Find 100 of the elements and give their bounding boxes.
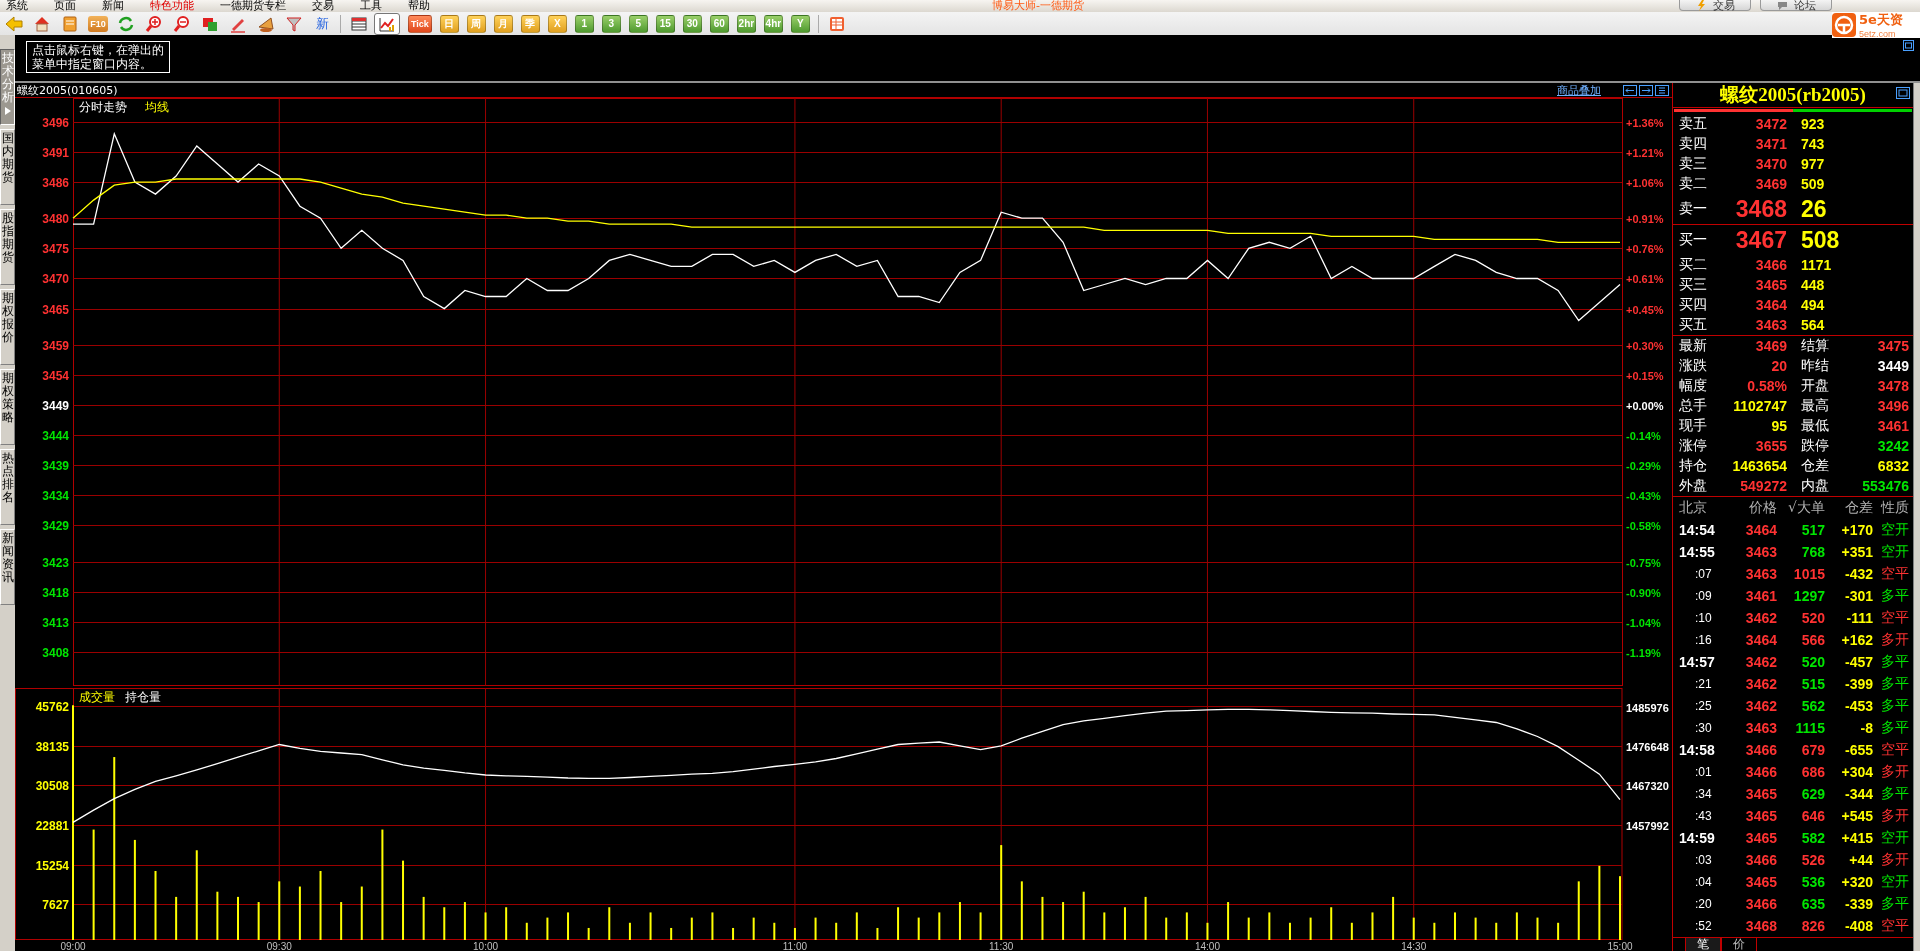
menu-item[interactable]: 系统 [6, 0, 28, 12]
axis-label: 3465 [42, 302, 69, 317]
side-tab[interactable]: 新闻资讯 [0, 529, 15, 605]
horn-icon[interactable] [257, 14, 275, 33]
axis-label: 3459 [42, 338, 69, 353]
volume-bar [298, 886, 301, 940]
side-tab[interactable]: 股指期货 [0, 209, 15, 285]
volume-bar [732, 927, 735, 940]
overlay-link[interactable]: 商品叠加 [1557, 82, 1601, 98]
column-header: 仓差 [1844, 499, 1873, 517]
menu-button[interactable]: 论坛 [1760, 0, 1832, 11]
side-tab[interactable]: 国内期货 [0, 129, 15, 205]
trade-type: 多平 [1880, 675, 1909, 693]
volume-bar [257, 902, 260, 940]
side-tab[interactable]: 热点排名 [0, 449, 15, 525]
period-button[interactable]: 1 [574, 14, 594, 33]
trade-volume: 629 [1800, 786, 1825, 802]
stat-value: 553476 [1861, 478, 1909, 494]
volume-bar [1082, 891, 1085, 940]
side-tab[interactable]: 期权报价 [0, 289, 15, 365]
left-arrow-icon[interactable] [1623, 84, 1637, 96]
home-icon[interactable] [33, 14, 51, 33]
tab[interactable]: 笔 [1685, 938, 1721, 951]
trade-oi-change: -432 [1843, 566, 1873, 582]
scrollbar[interactable] [1913, 83, 1920, 951]
quote-volume: 743 [1801, 136, 1826, 152]
filter-icon[interactable] [285, 14, 303, 33]
trade-price: 3461 [1744, 588, 1777, 604]
axis-label: 3454 [42, 368, 69, 383]
book-icon[interactable] [61, 14, 79, 33]
trade-time: :43 [1694, 809, 1713, 823]
axis-label: +0.00% [1626, 399, 1664, 412]
stat-label: 幅度 [1679, 377, 1708, 395]
menu-item[interactable]: 工具 [360, 0, 382, 12]
trade-oi-change: +351 [1840, 544, 1873, 560]
right-arrow-icon[interactable] [1639, 84, 1653, 96]
volume-bar [1288, 922, 1291, 940]
legend-label: 均线 [145, 100, 169, 114]
trade-time: :30 [1694, 721, 1713, 735]
axis-label: 3429 [42, 518, 69, 533]
side-tab[interactable]: 技术分析 [0, 49, 15, 125]
zoom-out-icon[interactable] [173, 14, 191, 33]
quote-volume: 564 [1801, 317, 1826, 333]
list-icon[interactable] [1655, 84, 1669, 96]
trade-volume: 536 [1800, 874, 1825, 890]
volume-bar [1433, 922, 1436, 940]
menu-item[interactable]: 特色功能 [150, 0, 194, 12]
volume-bar [463, 902, 466, 940]
menu-item[interactable]: 新闻 [102, 0, 124, 12]
hint-text: 点击鼠标右键，在弹出的 菜单中指定窗口内容。 [26, 41, 170, 73]
menu-button[interactable]: 交易 [1679, 0, 1751, 11]
stat-label: 涨停 [1679, 437, 1708, 455]
trade-oi-change: +320 [1840, 874, 1873, 890]
menu-item[interactable]: 交易 [312, 0, 334, 12]
table-icon[interactable] [350, 14, 368, 33]
axis-label: 7627 [42, 897, 69, 912]
period-button[interactable]: Tick [408, 14, 432, 33]
stat-label: 现手 [1679, 417, 1708, 435]
trade-time: :04 [1694, 875, 1713, 889]
quote-label: 卖三 [1679, 155, 1708, 173]
trade-oi-change: -655 [1843, 742, 1873, 758]
trade-type: 多开 [1880, 807, 1909, 825]
back-arrow-icon[interactable] [5, 14, 23, 33]
trade-time: :20 [1694, 897, 1713, 911]
axis-label: 3444 [42, 428, 69, 443]
stat-label: 结算 [1801, 337, 1830, 355]
stat-value: 6832 [1876, 458, 1909, 474]
menu-item[interactable]: 帮助 [408, 0, 430, 12]
trade-type: 空开 [1880, 873, 1909, 891]
side-tab[interactable]: 期权策略 [0, 369, 15, 445]
axis-label: 3475 [42, 241, 69, 256]
refresh-icon[interactable] [117, 14, 135, 33]
tab[interactable]: 价 [1721, 938, 1757, 951]
legend-label: 成交量 [79, 690, 115, 704]
volume-bar [1495, 922, 1498, 940]
window-icon[interactable] [1896, 87, 1910, 99]
volume-bar [1268, 912, 1271, 940]
trade-oi-change: -453 [1843, 698, 1873, 714]
news-button[interactable]: 新 [315, 14, 329, 33]
volume-bar [649, 912, 652, 940]
grid-icon[interactable] [827, 14, 846, 33]
volume-bar [711, 912, 714, 940]
trade-oi-change: -408 [1843, 918, 1873, 934]
trade-time: :03 [1694, 853, 1713, 867]
trade-time: :01 [1694, 765, 1713, 779]
menu-item[interactable]: 页面 [54, 0, 76, 12]
stat-value: 3475 [1876, 338, 1909, 354]
quote-price: 3467 [1734, 226, 1787, 254]
volume-bar [1206, 922, 1209, 940]
trade-volume: 562 [1800, 698, 1825, 714]
menu-item[interactable]: 一德期货专栏 [220, 0, 286, 12]
volume-bar [587, 927, 590, 940]
trade-oi-change: -344 [1843, 786, 1873, 802]
triangle-icon [4, 107, 11, 115]
chart-view-button[interactable] [374, 12, 400, 35]
window-icon[interactable] [1903, 40, 1914, 51]
trade-volume: 520 [1800, 610, 1825, 626]
axis-label: 15254 [35, 858, 69, 873]
trade-price: 3462 [1744, 676, 1777, 692]
zoom-in-icon[interactable] [145, 14, 163, 33]
